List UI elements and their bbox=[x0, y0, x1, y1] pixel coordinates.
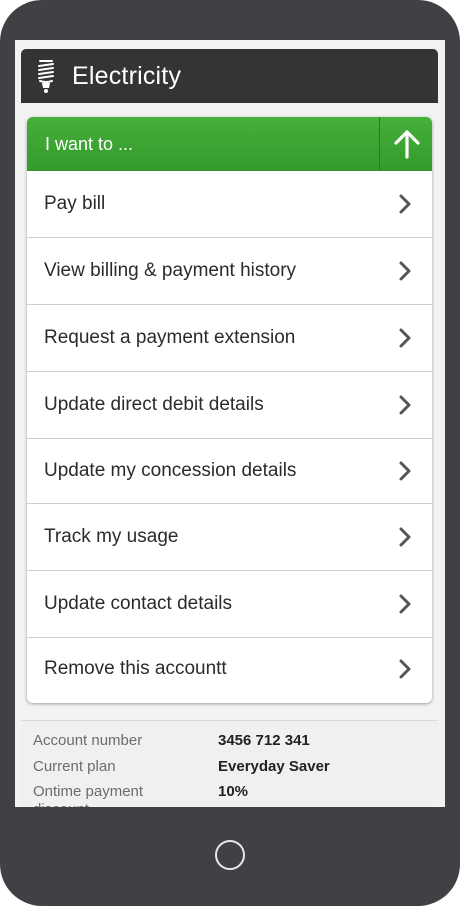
menu-item-label: Update contact details bbox=[44, 593, 233, 614]
action-menu-list: Pay bill View billing & payment history … bbox=[27, 171, 432, 700]
lightbulb-icon bbox=[34, 56, 58, 96]
arrow-up-icon bbox=[393, 130, 420, 159]
menu-item-label: View billing & payment history bbox=[44, 260, 297, 281]
menu-item-payment-extension[interactable]: Request a payment extension bbox=[27, 305, 432, 372]
account-details: Account number 3456 712 341 Current plan… bbox=[21, 720, 438, 807]
chevron-right-icon bbox=[399, 659, 411, 679]
menu-item-label: Remove this accountt bbox=[44, 658, 227, 679]
action-menu-header[interactable]: I want to ... bbox=[27, 117, 432, 171]
menu-item-direct-debit[interactable]: Update direct debit details bbox=[27, 372, 432, 439]
current-plan-label: Current plan bbox=[33, 758, 116, 775]
account-number-label: Account number bbox=[33, 732, 143, 749]
menu-item-concession-details[interactable]: Update my concession details bbox=[27, 439, 432, 504]
chevron-right-icon bbox=[399, 261, 411, 281]
collapse-button[interactable] bbox=[379, 117, 432, 171]
action-menu-panel: I want to ... Pay bill View billing & pa… bbox=[27, 117, 432, 703]
page-title: Electricity bbox=[72, 61, 182, 90]
chevron-right-icon bbox=[399, 328, 411, 348]
menu-item-label: Pay bill bbox=[44, 193, 106, 214]
menu-item-label: Track my usage bbox=[44, 526, 179, 547]
action-menu-header-label: I want to ... bbox=[45, 134, 134, 154]
ontime-discount-value: 10% bbox=[218, 783, 249, 800]
menu-item-contact-details[interactable]: Update contact details bbox=[27, 571, 432, 638]
chevron-right-icon bbox=[399, 395, 411, 415]
account-number-value: 3456 712 341 bbox=[218, 732, 310, 749]
home-button-icon[interactable] bbox=[215, 840, 245, 870]
chevron-right-icon bbox=[399, 194, 411, 214]
app-header: Electricity bbox=[21, 49, 438, 103]
chevron-right-icon bbox=[399, 594, 411, 614]
ontime-discount-label: Ontime payment discount bbox=[33, 783, 144, 807]
chevron-right-icon bbox=[399, 461, 411, 481]
current-plan-value: Everyday Saver bbox=[218, 758, 330, 775]
menu-item-billing-history[interactable]: View billing & payment history bbox=[27, 238, 432, 305]
menu-item-label: Request a payment extension bbox=[44, 327, 296, 348]
menu-item-track-usage[interactable]: Track my usage bbox=[27, 504, 432, 571]
menu-item-label: Update direct debit details bbox=[44, 394, 264, 415]
menu-item-pay-bill[interactable]: Pay bill bbox=[27, 171, 432, 238]
screen: Electricity I want to ... Pay bill View … bbox=[15, 40, 445, 807]
chevron-right-icon bbox=[399, 527, 411, 547]
phone-frame: Electricity I want to ... Pay bill View … bbox=[0, 0, 460, 906]
menu-item-label: Update my concession details bbox=[44, 460, 297, 481]
menu-item-remove-account[interactable]: Remove this accountt bbox=[27, 638, 432, 700]
